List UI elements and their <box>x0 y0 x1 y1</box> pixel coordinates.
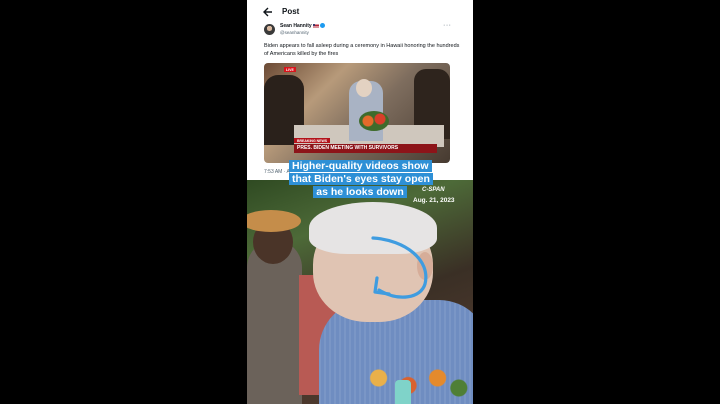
date-label: Aug. 21, 2023 <box>413 197 455 204</box>
author-handle[interactable]: @seanhannity <box>280 30 309 35</box>
post-text: Biden appears to fall asleep during a ce… <box>264 43 460 57</box>
background-person-hat <box>247 210 301 232</box>
us-flag-icon <box>312 23 319 28</box>
video-caption: Higher-quality videos show that Biden's … <box>289 160 433 199</box>
breaking-news-tag: BREAKING NEWS <box>294 138 331 143</box>
post-media-video[interactable]: LIVE BREAKING NEWS PRES. BIDEN MEETING W… <box>264 63 450 163</box>
post-timestamp: 7:53 AM · A <box>264 169 290 175</box>
media-person-center-head <box>356 79 372 97</box>
news-chyron: PRES. BIDEN MEETING WITH SURVIVORS <box>294 144 437 153</box>
short-video-frame: Post Sean Hannity @seanhannity ··· Biden… <box>247 0 473 404</box>
media-flowers <box>359 111 389 131</box>
closeup-video <box>247 180 473 404</box>
curved-arrow-icon <box>371 236 428 299</box>
avatar[interactable] <box>264 24 275 35</box>
back-arrow-icon[interactable] <box>263 6 273 18</box>
background-person-body <box>247 240 302 404</box>
flower-lei <box>355 358 473 404</box>
post-screenshot: Post Sean Hannity @seanhannity ··· Biden… <box>247 0 473 180</box>
verified-badge-icon <box>319 23 325 29</box>
live-badge: LIVE <box>284 67 296 72</box>
author-name[interactable]: Sean Hannity <box>280 23 325 29</box>
more-options-icon[interactable]: ··· <box>443 22 452 29</box>
video-caption-text: Higher-quality videos show that Biden's … <box>289 160 433 198</box>
source-watermark: C-SPAN <box>422 187 445 193</box>
author-name-text: Sean Hannity <box>280 23 312 29</box>
post-header-title: Post <box>282 7 300 16</box>
water-bottle <box>395 380 411 404</box>
post-header: Post <box>247 0 473 24</box>
